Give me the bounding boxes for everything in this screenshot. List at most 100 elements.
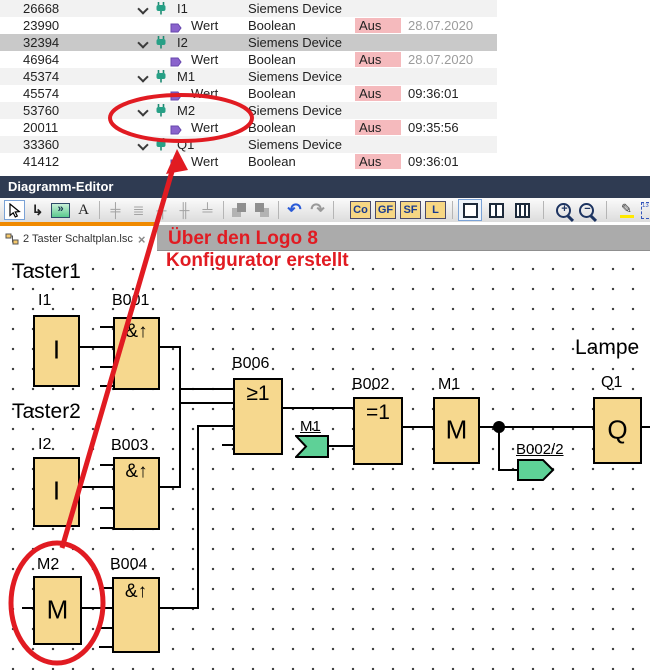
grid-icon: ╪ — [111, 202, 121, 218]
block-symbol: I — [35, 475, 78, 506]
send-backward-button[interactable] — [252, 200, 273, 220]
sf-special-functions-button[interactable]: SF — [400, 201, 421, 219]
grid-tool-button[interactable]: ╪ — [105, 200, 126, 220]
block-symbol: Q — [595, 414, 640, 445]
chevron-down-icon[interactable] — [139, 72, 147, 80]
input-stub — [100, 464, 113, 466]
co-connectors-button[interactable]: Co — [350, 201, 371, 219]
block-b002[interactable]: =1 — [353, 397, 403, 465]
table-row[interactable]: 33360 Q1 Siemens Device — [0, 136, 497, 153]
connector-tool-button[interactable]: ↳ — [27, 200, 48, 220]
zoom-in-button[interactable]: + — [553, 200, 574, 220]
output-reference-flag-b002-2[interactable] — [517, 459, 555, 482]
split-vertical-button[interactable]: ╧ — [197, 200, 218, 220]
block-symbol: I — [35, 334, 78, 365]
editor-toolbar: ↳ » A ╪ ≣ ╥ ╫ ╧ ↶ ↷ Co GF SF L + − ✎ 13 … — [0, 198, 650, 222]
zoom-out-button[interactable]: − — [576, 200, 597, 220]
wire-segment — [198, 425, 233, 427]
pencil-icon: ✎ — [620, 203, 634, 218]
row-id: 45374 — [23, 68, 59, 85]
align-vertical-button[interactable]: ╥ — [151, 200, 172, 220]
chevron-down-icon[interactable] — [139, 106, 147, 114]
parameter-box-button[interactable]: 13 34 — [639, 200, 650, 220]
block-m1[interactable]: M — [433, 397, 480, 464]
block-i2[interactable]: I — [33, 457, 80, 527]
simulation-button[interactable]: » — [50, 200, 71, 220]
l-label-button[interactable]: L — [425, 201, 446, 219]
table-row[interactable]: 41412 Wert Boolean Aus 09:36:01 — [0, 153, 497, 170]
table-row-selected[interactable]: 32394 I2 Siemens Device — [0, 34, 497, 51]
block-b001[interactable]: &↑ — [113, 317, 160, 390]
table-row[interactable]: 45574 Wert Boolean Aus 09:36:01 — [0, 85, 497, 102]
wire-segment — [80, 346, 113, 348]
split-horizontal-button[interactable]: ╫ — [174, 200, 195, 220]
tab-close-icon[interactable]: × — [138, 232, 146, 247]
gf-basic-functions-button[interactable]: GF — [375, 201, 396, 219]
wire-segment — [80, 486, 113, 488]
row-id: 33360 — [23, 136, 59, 153]
wire-segment — [179, 402, 233, 404]
table-row[interactable]: 23990 Wert Boolean Aus 28.07.2020 — [0, 17, 497, 34]
label-taster2: Taster2 — [12, 400, 81, 424]
align-vertical-icon: ╥ — [157, 202, 167, 218]
wire-segment — [179, 388, 233, 390]
row-id: 41412 — [23, 153, 59, 170]
tab-schaltplan[interactable]: 2 Taster Schaltplan.lsc × — [0, 222, 157, 252]
input-reference-flag-m1[interactable] — [295, 434, 330, 459]
undo-button[interactable]: ↶ — [284, 200, 305, 220]
block-label-b004: B004 — [110, 556, 147, 574]
block-label-b002: B002 — [352, 376, 389, 394]
table-row[interactable]: 26668 I1 Siemens Device — [0, 0, 497, 17]
redo-button[interactable]: ↷ — [307, 200, 328, 220]
row-id: 53760 — [23, 102, 59, 119]
input-stub — [100, 326, 113, 328]
input-stub — [99, 587, 112, 589]
wire-segment — [283, 407, 353, 409]
table-row[interactable]: 45374 M1 Siemens Device — [0, 68, 497, 85]
chevron-down-icon[interactable] — [139, 38, 147, 46]
block-label-m1: M1 — [438, 376, 460, 394]
table-row[interactable]: 20011 Wert Boolean Aus 09:35:56 — [0, 119, 497, 136]
text-tool-button[interactable]: A — [73, 200, 94, 220]
block-b006[interactable]: ≥1 — [233, 378, 283, 455]
block-label-m2: M2 — [37, 556, 59, 574]
block-q1[interactable]: Q — [593, 397, 642, 464]
split-horizontal-icon: ╫ — [180, 202, 190, 218]
wire-segment — [197, 425, 199, 609]
chevron-down-icon[interactable] — [139, 4, 147, 12]
status-badge: Aus — [355, 120, 401, 135]
block-label-i2: I2 — [38, 436, 51, 454]
toolbar-separator — [99, 201, 100, 219]
block-b004[interactable]: &↑ — [112, 577, 160, 653]
wire-junction-dot — [493, 421, 505, 433]
toolbar-separator — [543, 201, 544, 219]
toolbar-separator — [333, 201, 334, 219]
block-b003[interactable]: &↑ — [113, 457, 160, 530]
wire-segment — [160, 346, 181, 348]
row-timestamp: 28.07.2020 — [408, 17, 473, 34]
chevron-down-icon[interactable] — [139, 140, 147, 148]
block-symbol: M — [35, 594, 80, 625]
table-row[interactable]: 53760 M2 Siemens Device — [0, 102, 497, 119]
row-name: Wert — [191, 119, 218, 136]
three-pane-icon — [515, 203, 530, 218]
status-badge: Aus — [355, 86, 401, 101]
block-m2[interactable]: M — [33, 576, 82, 645]
zoom-in-icon: + — [556, 203, 571, 218]
row-name: Wert — [191, 85, 218, 102]
number-grid-icon: 13 34 — [641, 202, 650, 219]
status-badge: Aus — [355, 18, 401, 33]
table-row[interactable]: 46964 Wert Boolean Aus 28.07.2020 — [0, 51, 497, 68]
diagram-canvas[interactable]: Taster1 Taster2 Lampe I1 B001 I2 B003 M2… — [0, 252, 650, 670]
layout-single-pane-button[interactable] — [458, 199, 482, 221]
align-horizontal-button[interactable]: ≣ — [128, 200, 149, 220]
input-stub — [99, 646, 112, 648]
block-i1[interactable]: I — [33, 315, 80, 387]
layout-two-pane-button[interactable] — [484, 199, 508, 221]
row-id: 46964 — [23, 51, 59, 68]
highlight-button[interactable]: ✎ — [616, 200, 637, 220]
cursor-icon — [8, 203, 21, 218]
select-tool-button[interactable] — [4, 200, 25, 220]
layout-three-pane-button[interactable] — [510, 199, 534, 221]
bring-forward-button[interactable] — [229, 200, 250, 220]
